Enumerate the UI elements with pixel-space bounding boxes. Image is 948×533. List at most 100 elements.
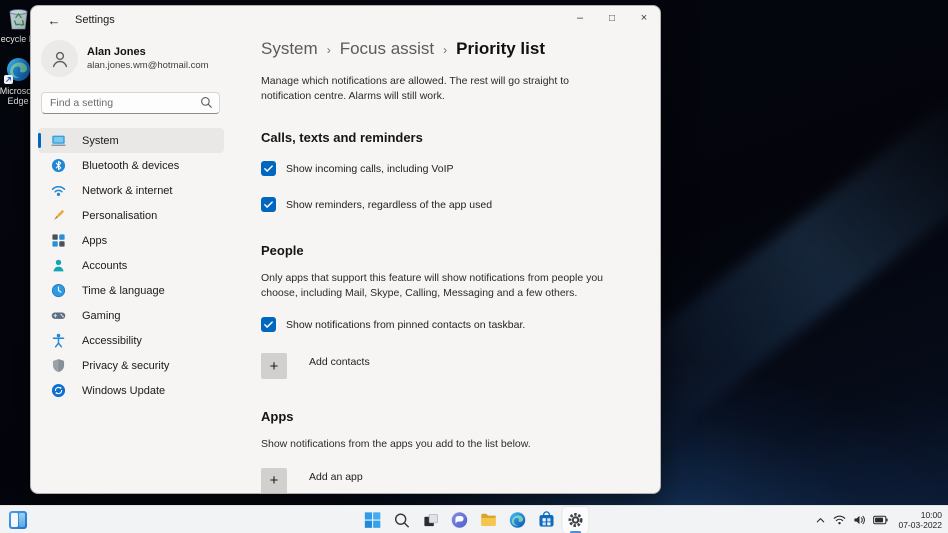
setting-row: Show incoming calls, including VoIP [261, 161, 640, 176]
wifi-icon[interactable] [833, 514, 846, 526]
sidebar-item-label: Windows Update [82, 384, 166, 397]
profile[interactable]: Alan Jones alan.jones.wm@hotmail.com [41, 40, 231, 77]
section-description: Show notifications from the apps you add… [261, 438, 531, 450]
bluetooth-icon [51, 158, 66, 173]
search-input[interactable] [41, 92, 220, 114]
volume-icon[interactable] [853, 514, 866, 526]
add-contacts-row: + Add contacts [261, 353, 640, 379]
back-button[interactable]: ← [43, 10, 65, 30]
section-people: People Only apps that support this featu… [261, 243, 640, 379]
sidebar-item-personalisation[interactable]: Personalisation [38, 203, 224, 228]
search-icon [394, 512, 409, 527]
sidebar-item-label: Network & internet [82, 184, 173, 197]
battery-icon[interactable] [872, 515, 888, 525]
clock-time: 10:00 [920, 510, 942, 520]
add-app-button[interactable]: + [261, 467, 287, 493]
sidebar-item-windows-update[interactable]: Windows Update [38, 378, 224, 403]
recycle-bin-icon [5, 4, 32, 31]
chevron-up-icon[interactable] [815, 515, 826, 526]
settings-taskbar-button[interactable] [562, 507, 589, 533]
sidebar-item-system[interactable]: System [38, 128, 224, 153]
edge-button[interactable] [505, 507, 531, 533]
file-explorer-icon [481, 513, 496, 526]
minimize-button[interactable]: – [564, 6, 596, 30]
page-title: Priority list [456, 39, 545, 58]
page-description: Manage which notifications are allowed. … [261, 75, 569, 102]
checkbox-reminders[interactable] [261, 197, 276, 212]
close-button[interactable]: × [628, 6, 660, 30]
check-icon [264, 201, 273, 208]
checkbox-incoming-calls[interactable] [261, 161, 276, 176]
system-icon [51, 133, 66, 148]
sidebar-item-label: Time & language [82, 284, 165, 297]
maximize-button[interactable]: □ [596, 6, 628, 30]
gear-icon [568, 513, 583, 527]
sidebar-item-network-internet[interactable]: Network & internet [38, 178, 224, 203]
breadcrumb-separator: › [326, 43, 331, 57]
start-button[interactable] [360, 507, 386, 533]
task-view-button[interactable] [418, 507, 444, 533]
sidebar-item-apps[interactable]: Apps [38, 228, 224, 253]
widgets-button[interactable] [9, 511, 27, 529]
checkbox-label: Show reminders, regardless of the app us… [286, 198, 493, 211]
taskbar-clock[interactable]: 10:00 07-03-2022 [899, 510, 942, 530]
microsoft-store-icon [539, 511, 554, 527]
shortcut-arrow-badge [3, 75, 13, 84]
task-view-icon [423, 513, 438, 526]
avatar [41, 40, 78, 77]
sidebar-item-label: Personalisation [82, 209, 158, 222]
search-box [41, 92, 220, 114]
taskbar-center [360, 507, 589, 533]
section-description: Only apps that support this feature will… [261, 272, 604, 299]
add-contacts-button[interactable]: + [261, 353, 287, 379]
profile-email: alan.jones.wm@hotmail.com [87, 60, 209, 71]
gamepad-icon [51, 308, 66, 323]
sidebar-item-accessibility[interactable]: Accessibility [38, 328, 224, 353]
shield-icon [51, 358, 66, 373]
checkbox-pinned-contacts[interactable] [261, 317, 276, 332]
sidebar-item-label: Privacy & security [82, 359, 170, 372]
sidebar-item-label: Gaming [82, 309, 121, 322]
breadcrumb-focus-assist[interactable]: Focus assist [340, 39, 434, 59]
breadcrumb-system[interactable]: System [261, 39, 318, 59]
store-button[interactable] [534, 507, 560, 533]
widgets-icon [11, 513, 18, 527]
accessibility-person-icon [51, 333, 66, 348]
system-tray: 10:00 07-03-2022 [815, 506, 942, 533]
apps-grid-icon [51, 233, 66, 248]
section-apps: Apps Show notifications from the apps yo… [261, 409, 640, 493]
sidebar-item-accounts[interactable]: Accounts [38, 253, 224, 278]
section-title: People [261, 243, 304, 258]
breadcrumb: System › Focus assist › Priority list [261, 39, 640, 59]
check-icon [264, 165, 273, 172]
clock-icon [51, 283, 66, 298]
chat-button[interactable] [447, 507, 473, 533]
paintbrush-icon [51, 208, 66, 223]
sidebar-item-label: Bluetooth & devices [82, 159, 180, 172]
titlebar[interactable]: ← Settings – □ × [31, 6, 660, 34]
section-calls-texts-reminders: Calls, texts and reminders Show incoming… [261, 130, 640, 212]
add-contacts-label: Add contacts [309, 356, 370, 368]
sidebar-item-label: Accounts [82, 259, 128, 272]
sidebar-item-bluetooth-devices[interactable]: Bluetooth & devices [38, 153, 224, 178]
breadcrumb-separator: › [443, 43, 448, 57]
section-title: Apps [261, 409, 294, 424]
sidebar: Alan Jones alan.jones.wm@hotmail.com Sys… [31, 34, 231, 493]
add-app-row: + Add an app [261, 467, 640, 493]
taskbar-search-button[interactable] [389, 507, 415, 533]
window-controls: – □ × [564, 6, 660, 30]
search-icon [200, 96, 213, 114]
checkbox-label: Show incoming calls, including VoIP [286, 162, 454, 175]
check-icon [264, 321, 273, 328]
sidebar-item-privacy-security[interactable]: Privacy & security [38, 353, 224, 378]
file-explorer-button[interactable] [476, 507, 502, 533]
wifi-icon [51, 183, 66, 198]
sidebar-item-label: Apps [82, 234, 108, 247]
sidebar-item-gaming[interactable]: Gaming [38, 303, 224, 328]
sidebar-item-time-language[interactable]: Time & language [38, 278, 224, 303]
person-icon [51, 258, 66, 273]
windows-start-icon [364, 512, 381, 528]
checkbox-label: Show notifications from pinned contacts … [286, 318, 526, 331]
setting-row: Show reminders, regardless of the app us… [261, 197, 640, 212]
edge-icon [509, 512, 526, 528]
